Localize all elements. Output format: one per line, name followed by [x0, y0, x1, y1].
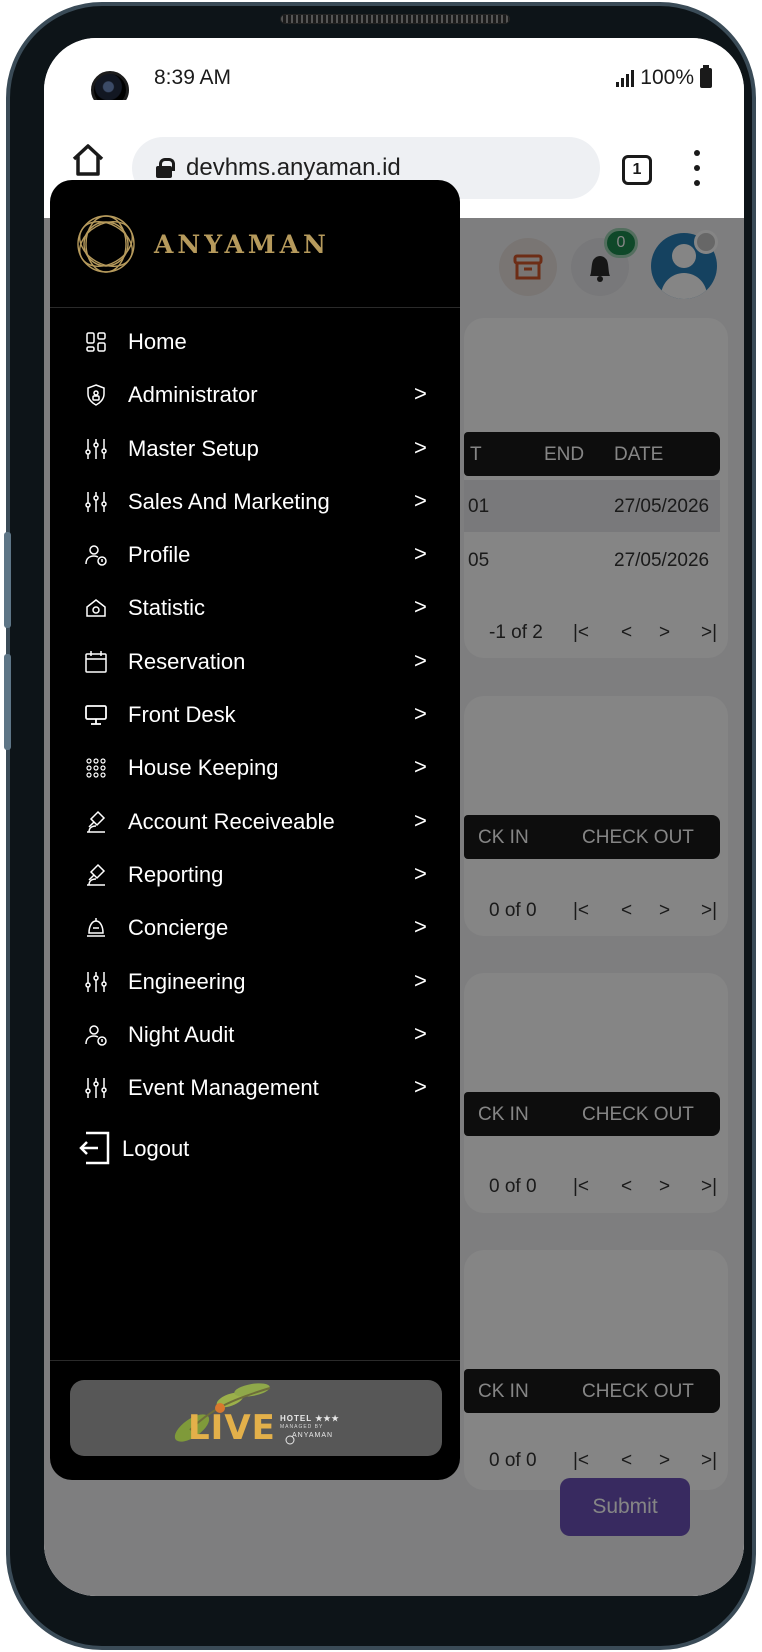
sidebar-item-label: Engineering	[128, 968, 246, 994]
sidebar-item-sales-and-marketing[interactable]: Sales And Marketing >	[50, 476, 460, 529]
chevron-right-icon: >	[414, 434, 427, 460]
chevron-right-icon: >	[414, 967, 427, 993]
microscope-icon	[87, 863, 106, 886]
sidebar-item-night-audit[interactable]: Night Audit >	[50, 1009, 460, 1062]
monitor-icon	[85, 705, 107, 725]
lock-icon	[156, 158, 175, 178]
sidebar-item-label: Statistic	[128, 595, 206, 621]
chevron-right-icon: >	[414, 594, 427, 620]
sidebar-item-label: Account Receiveable	[128, 808, 335, 834]
tabs-switcher-button[interactable]: 1	[622, 155, 652, 185]
sidebar-item-engineering[interactable]: Engineering >	[50, 956, 460, 1009]
sidebar-item-label: Home	[128, 329, 187, 354]
sidebar-item-event-management[interactable]: Event Management >	[50, 1062, 460, 1115]
signal-icon	[616, 69, 635, 87]
side-drawer: ANYAMAN Home Administrator > Master Setu…	[50, 180, 460, 1480]
sidebar-item-label: Front Desk	[128, 702, 236, 728]
chevron-right-icon: >	[414, 647, 427, 673]
sidebar-item-label: Profile	[128, 542, 191, 568]
sidebar-item-label: Master Setup	[128, 435, 259, 461]
logout-label: Logout	[122, 1136, 190, 1161]
earpiece-speaker	[280, 14, 510, 24]
more-options-icon[interactable]	[692, 150, 702, 186]
live-logo-text: LIVE	[188, 1408, 276, 1448]
sidebar-item-reservation[interactable]: Reservation >	[50, 636, 460, 689]
sidebar-item-statistic[interactable]: Statistic >	[50, 582, 460, 635]
sidebar-item-profile[interactable]: Profile >	[50, 529, 460, 582]
hotel-logo-card: LIVE HOTEL ★★★ MANAGED BY ANYAMAN	[70, 1380, 442, 1456]
sidebar-item-house-keeping[interactable]: House Keeping >	[50, 742, 460, 795]
power-button	[4, 654, 11, 750]
chevron-right-icon: >	[414, 1020, 427, 1046]
sidebar-item-account-receiveable[interactable]: Account Receiveable >	[50, 796, 460, 849]
sliders-icon	[85, 491, 107, 512]
bell-desk-icon	[87, 918, 105, 938]
sidebar-item-label: Event Management	[128, 1075, 319, 1101]
screen: 8:39 AM 100% devhms.anyaman.id 1 0 T END…	[44, 38, 744, 1596]
chevron-right-icon: >	[414, 914, 427, 940]
operator-text: ANYAMAN	[292, 1432, 334, 1439]
status-indicators: 100%	[616, 65, 712, 90]
sliders-icon	[85, 1078, 107, 1099]
calendar-icon	[85, 650, 107, 673]
clock: 8:39 AM	[154, 66, 232, 89]
sidebar-item-home[interactable]: Home	[50, 316, 460, 369]
battery-percent: 100%	[640, 66, 694, 89]
house-icon	[86, 599, 106, 618]
status-bar: 8:39 AM 100%	[44, 38, 744, 109]
sliders-icon	[85, 438, 107, 459]
sidebar-item-concierge[interactable]: Concierge >	[50, 902, 460, 955]
logout-icon	[79, 1131, 110, 1165]
managed-by-text: MANAGED BY	[280, 1424, 324, 1430]
microscope-icon	[87, 810, 106, 833]
chevron-right-icon: >	[414, 487, 427, 513]
grid-dots-icon	[86, 758, 106, 778]
chevron-right-icon: >	[414, 701, 427, 727]
chevron-right-icon: >	[414, 754, 427, 780]
brand-header: ANYAMAN	[50, 180, 460, 308]
sidebar-item-label: Reporting	[128, 861, 224, 887]
sidebar-item-front-desk[interactable]: Front Desk >	[50, 689, 460, 742]
logout-button[interactable]: Logout	[78, 1130, 378, 1170]
phone-frame: 8:39 AM 100% devhms.anyaman.id 1 0 T END…	[4, 2, 756, 1650]
sidebar-item-label: Administrator	[128, 382, 258, 408]
divider	[50, 1360, 460, 1361]
chevron-right-icon: >	[414, 807, 427, 833]
chevron-right-icon: >	[414, 860, 427, 886]
sidebar-item-label: Concierge	[128, 915, 229, 941]
sidebar-item-label: House Keeping	[128, 755, 279, 781]
hotel-stars-text: HOTEL ★★★	[280, 1414, 340, 1423]
sidebar-item-label: Night Audit	[128, 1021, 235, 1047]
sidebar-item-reporting[interactable]: Reporting >	[50, 849, 460, 902]
sidebar-menu: Home Administrator > Master Setup > Sale…	[50, 316, 460, 1115]
chevron-right-icon: >	[414, 381, 427, 407]
url-text: devhms.anyaman.id	[186, 154, 401, 181]
chevron-right-icon: >	[414, 1074, 427, 1100]
home-icon[interactable]	[68, 140, 108, 180]
sidebar-item-label: Reservation	[128, 648, 246, 674]
sidebar-item-master-setup[interactable]: Master Setup >	[50, 423, 460, 476]
sliders-icon	[85, 971, 107, 992]
user-icon	[85, 1025, 107, 1046]
battery-icon	[700, 65, 712, 88]
shield-icon	[87, 384, 105, 407]
chevron-right-icon: >	[414, 541, 427, 567]
volume-button	[4, 532, 11, 628]
brand-name: ANYAMAN	[154, 230, 330, 259]
dashboard-icon	[86, 332, 106, 352]
sidebar-item-administrator[interactable]: Administrator >	[50, 369, 460, 422]
user-icon	[85, 545, 107, 566]
sidebar-item-label: Sales And Marketing	[128, 488, 330, 514]
anyaman-logo-icon	[77, 215, 135, 273]
